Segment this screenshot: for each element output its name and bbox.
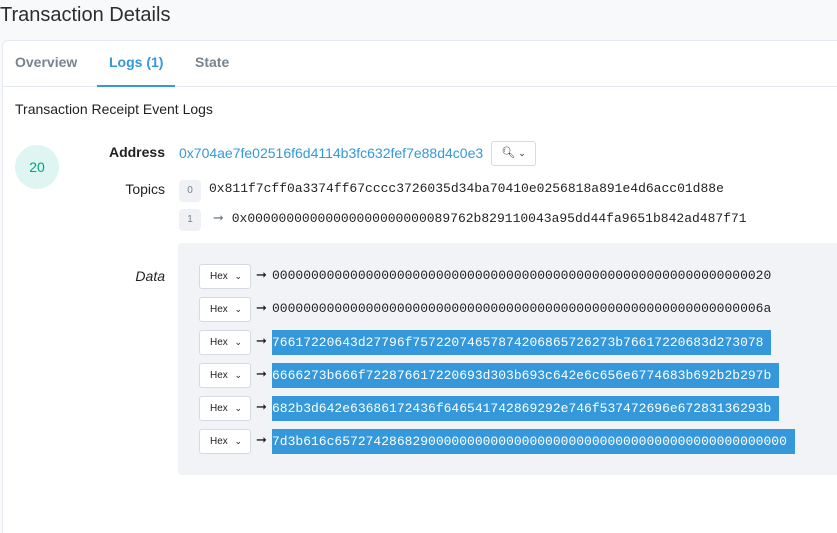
address-link[interactable]: 0x704ae7fe02516f6d4114b3fc632fef7e88d4c0… [179, 145, 483, 161]
format-select[interactable]: Hex ⌄ [199, 363, 251, 388]
topic-value-1: 0x00000000000000000000000089762b82911004… [231, 211, 747, 226]
tab-bar: Overview Logs (1) State [3, 41, 837, 87]
chevron-down-icon: ⌄ [234, 271, 242, 281]
data-value-selected: 6666273b666f722876617220693d303b693c642e… [272, 363, 780, 388]
arrow-right-icon: ➞ [256, 300, 267, 315]
format-select[interactable]: Hex ⌄ [199, 297, 251, 322]
format-select-label: Hex [210, 403, 228, 414]
log-index-badge: 20 [15, 145, 59, 189]
topic-index-1: 1 [179, 209, 201, 231]
format-select-label: Hex [210, 370, 228, 381]
arrow-right-icon: ➞ [213, 211, 224, 226]
address-label: Address [108, 144, 165, 160]
arrow-right-icon: ➞ [256, 267, 267, 282]
arrow-right-icon: ➞ [256, 399, 267, 414]
tab-overview[interactable]: Overview [15, 41, 77, 87]
address-search-dropdown[interactable]: 🔍︎ ⌄ [491, 141, 536, 166]
format-select-label: Hex [210, 337, 228, 348]
arrow-right-icon: ➞ [256, 366, 267, 381]
tab-logs[interactable]: Logs (1) [97, 41, 176, 87]
data-value-selected: 7d3b616c65727428682900000000000000000000… [272, 429, 795, 454]
format-select-label: Hex [210, 304, 228, 315]
data-value-selected: 682b3d642e63686172436f646541742869292e74… [272, 396, 780, 421]
chevron-down-icon: ⌄ [518, 148, 526, 158]
data-label: Data [135, 268, 165, 284]
chevron-down-icon: ⌄ [234, 304, 242, 314]
transaction-card: Overview Logs (1) State Transaction Rece… [2, 40, 837, 533]
format-select[interactable]: Hex ⌄ [199, 396, 251, 421]
data-value-selected: 76617220643d27796f7572207465787420686572… [272, 330, 772, 355]
topic-index-0: 0 [179, 180, 201, 202]
data-value: 0000000000000000000000000000000000000000… [272, 301, 772, 316]
chevron-down-icon: ⌄ [234, 403, 242, 413]
topic-value-0: 0x811f7cff0a3374ff67cccc3726035d34ba7041… [209, 181, 724, 196]
topics-label: Topics [125, 181, 165, 197]
data-value: 0000000000000000000000000000000000000000… [272, 268, 772, 283]
chevron-down-icon: ⌄ [234, 370, 242, 380]
chevron-down-icon: ⌄ [234, 436, 242, 446]
data-panel: Hex ⌄ ➞ 000000000000000000000000000000000… [178, 243, 837, 475]
chevron-down-icon: ⌄ [234, 337, 242, 347]
arrow-right-icon: ➞ [256, 333, 267, 348]
format-select-label: Hex [210, 271, 228, 282]
logs-heading: Transaction Receipt Event Logs [15, 101, 213, 117]
format-select-label: Hex [210, 436, 228, 447]
format-select[interactable]: Hex ⌄ [199, 429, 251, 454]
topic-value-row-1: ➞ 0x00000000000000000000000089762b829110… [213, 211, 747, 226]
tab-state[interactable]: State [195, 41, 229, 87]
format-select[interactable]: Hex ⌄ [199, 330, 251, 355]
format-select[interactable]: Hex ⌄ [199, 264, 251, 289]
page-title: Transaction Details [0, 4, 171, 26]
search-icon: 🔍︎ [501, 147, 516, 159]
arrow-right-icon: ➞ [256, 432, 267, 447]
